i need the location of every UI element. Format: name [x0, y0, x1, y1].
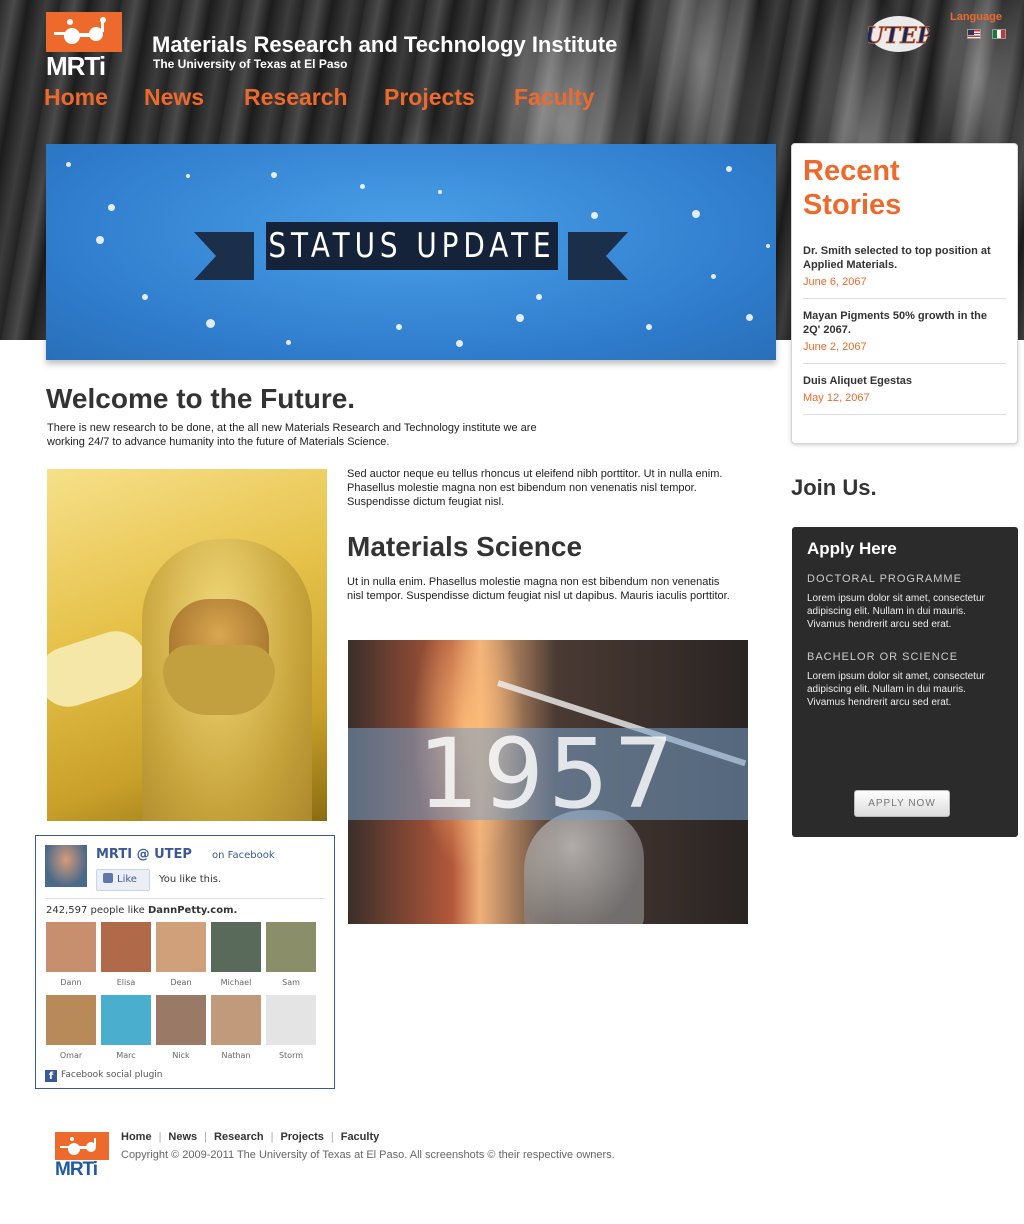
facebook-page-name[interactable]: MRTI @ UTEP: [96, 847, 192, 862]
recent-stories-panel: Recent Stories Dr. Smith selected to top…: [791, 143, 1018, 444]
story-title[interactable]: Dr. Smith selected to top position at Ap…: [803, 244, 1006, 272]
facebook-plugin-footer[interactable]: f Facebook social plugin: [45, 1070, 163, 1082]
fan-avatar: [211, 995, 261, 1045]
footer-logo[interactable]: MRTi: [55, 1132, 109, 1180]
language-label: Language: [950, 11, 1002, 23]
apply-box: Apply Here DOCTORAL PROGRAMME Lorem ipsu…: [792, 527, 1018, 837]
fan-avatar: [101, 922, 151, 972]
story-title[interactable]: Mayan Pigments 50% growth in the 2Q' 206…: [803, 309, 1006, 337]
fan-face[interactable]: Omar: [46, 995, 96, 1060]
footer-link-news[interactable]: News: [168, 1131, 197, 1143]
nav-faculty[interactable]: Faculty: [514, 84, 614, 111]
utep-logo-text: UTEP: [868, 23, 930, 49]
facebook-icon: f: [45, 1070, 57, 1082]
logo-emblem-icon: [46, 12, 122, 52]
status-ribbon: STATUS UPDATE: [194, 222, 628, 280]
story-item[interactable]: Dr. Smith selected to top position at Ap…: [803, 234, 1006, 299]
facebook-page-avatar[interactable]: [45, 845, 87, 887]
fan-avatar: [156, 922, 206, 972]
main-nav: Home News Research Projects Faculty: [44, 84, 614, 111]
story-date: June 2, 2067: [803, 341, 867, 353]
fan-face[interactable]: Dann: [46, 922, 96, 987]
nav-news[interactable]: News: [144, 84, 244, 111]
program-description: Lorem ipsum dolor sit amet, consectetur …: [807, 593, 985, 630]
utep-logo[interactable]: UTEP: [864, 12, 935, 56]
fan-avatar: [266, 995, 316, 1045]
footer-link-projects[interactable]: Projects: [280, 1131, 323, 1143]
footer-nav: Home | News | Research | Projects | Faculty: [121, 1131, 380, 1143]
apply-title: Apply Here: [807, 539, 897, 558]
us-flag-icon[interactable]: [967, 29, 981, 39]
cleanroom-photo: [47, 469, 327, 821]
mrti-logo[interactable]: MRTi: [46, 12, 122, 81]
status-banner[interactable]: STATUS UPDATE: [46, 144, 776, 360]
logo-text: MRTi: [46, 51, 106, 81]
facebook-on-label[interactable]: on Facebook: [212, 850, 275, 861]
fan-face[interactable]: Michael: [211, 922, 261, 987]
fan-face[interactable]: Sam: [266, 922, 316, 987]
thumbs-up-icon: [103, 873, 113, 883]
welcome-text: There is new research to be done, at the…: [47, 422, 537, 448]
footer-link-home[interactable]: Home: [121, 1131, 152, 1143]
fan-avatar: [101, 995, 151, 1045]
photo-year-label: 1957: [417, 718, 679, 830]
facebook-like-box: MRTI @ UTEP on Facebook Like You like th…: [35, 835, 335, 1089]
site-title: Materials Research and Technology Instit…: [152, 32, 618, 57]
footer-logo-text: MRTi: [55, 1159, 98, 1180]
intro-paragraph: Sed auctor neque eu tellus rhoncus ut el…: [347, 468, 723, 508]
fan-avatar: [211, 922, 261, 972]
fan-face[interactable]: Nathan: [211, 995, 261, 1060]
story-item[interactable]: Mayan Pigments 50% growth in the 2Q' 206…: [803, 299, 1006, 364]
fan-face[interactable]: Elisa: [101, 922, 151, 987]
historic-1957-photo: 1957: [348, 640, 748, 924]
welcome-heading: Welcome to the Future.: [46, 383, 356, 414]
recent-stories-title: Recent Stories: [803, 155, 902, 221]
fan-avatar: [46, 995, 96, 1045]
materials-science-paragraph: Ut in nulla enim. Phasellus molestie mag…: [347, 576, 730, 602]
story-item[interactable]: Duis Aliquet Egestas May 12, 2067: [803, 364, 1006, 415]
fan-face[interactable]: Nick: [156, 995, 206, 1060]
facebook-you-like: You like this.: [159, 874, 222, 885]
ribbon-text: STATUS UPDATE: [268, 226, 556, 266]
nav-research[interactable]: Research: [244, 84, 384, 111]
story-date: June 6, 2067: [803, 276, 867, 288]
fan-avatar: [266, 922, 316, 972]
fan-face[interactable]: Dean: [156, 922, 206, 987]
story-date: May 12, 2067: [803, 392, 870, 404]
nav-home[interactable]: Home: [44, 84, 144, 111]
mexico-flag-icon[interactable]: [992, 29, 1006, 39]
footer-copyright: Copyright © 2009-2011 The University of …: [121, 1149, 615, 1161]
footer-logo-emblem-icon: [55, 1132, 109, 1160]
facebook-like-button[interactable]: Like: [96, 869, 150, 891]
site-subtitle: The University of Texas at El Paso: [153, 57, 348, 71]
fan-face[interactable]: Storm: [266, 995, 316, 1060]
fan-avatar: [46, 922, 96, 972]
story-title[interactable]: Duis Aliquet Egestas: [803, 374, 1006, 388]
join-us-heading: Join Us.: [791, 475, 877, 500]
nav-projects[interactable]: Projects: [384, 84, 514, 111]
program-name: BACHELOR OR SCIENCE: [807, 651, 959, 663]
fan-avatar: [156, 995, 206, 1045]
apply-now-button[interactable]: APPLY NOW: [854, 790, 950, 817]
program-name: DOCTORAL PROGRAMME: [807, 573, 962, 585]
footer-link-research[interactable]: Research: [214, 1131, 264, 1143]
facebook-like-count: 242,597 people like DannPetty.com.: [46, 905, 238, 916]
fan-face[interactable]: Marc: [101, 995, 151, 1060]
materials-science-heading: Materials Science: [347, 531, 583, 562]
program-description: Lorem ipsum dolor sit amet, consectetur …: [807, 671, 985, 708]
footer-link-faculty[interactable]: Faculty: [341, 1131, 380, 1143]
